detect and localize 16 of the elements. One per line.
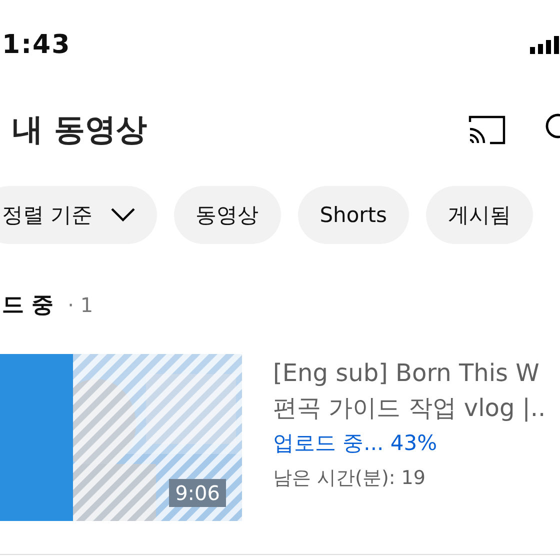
- remaining-time: 남은 시간(분): 19: [273, 466, 426, 491]
- cast-icon[interactable]: [468, 115, 506, 145]
- filter-chip[interactable]: 게시됨: [426, 186, 533, 244]
- sort-dropdown[interactable]: 정렬 기준: [0, 186, 157, 244]
- signal-icon: [530, 36, 560, 54]
- filter-chip[interactable]: Shorts: [298, 186, 409, 244]
- upload-status: 업로드 중... 43%: [273, 430, 438, 457]
- video-duration: 9:06: [169, 479, 226, 507]
- section-title: 드 중: [2, 292, 54, 320]
- chevron-down-icon: [110, 208, 135, 222]
- section-count: · 1: [68, 293, 94, 317]
- video-title: 편곡 가이드 작업 vlog |..: [273, 393, 546, 424]
- status-time: 1:43: [2, 30, 71, 60]
- video-title: [Eng sub] Born This W: [273, 358, 540, 389]
- filter-chip[interactable]: 동영상: [174, 186, 281, 244]
- page-title: 내 동영상: [12, 111, 147, 150]
